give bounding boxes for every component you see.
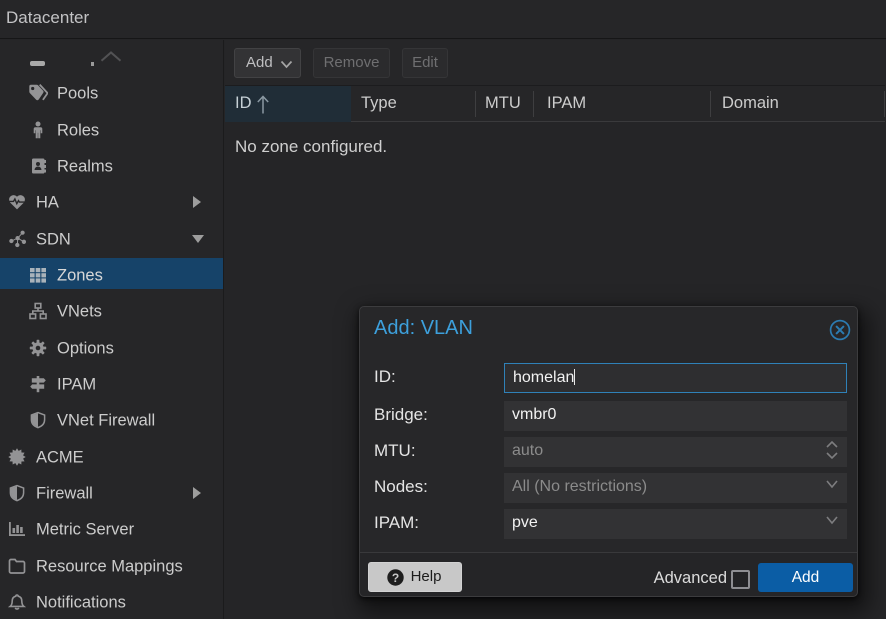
svg-text:?: ? [392, 571, 399, 585]
